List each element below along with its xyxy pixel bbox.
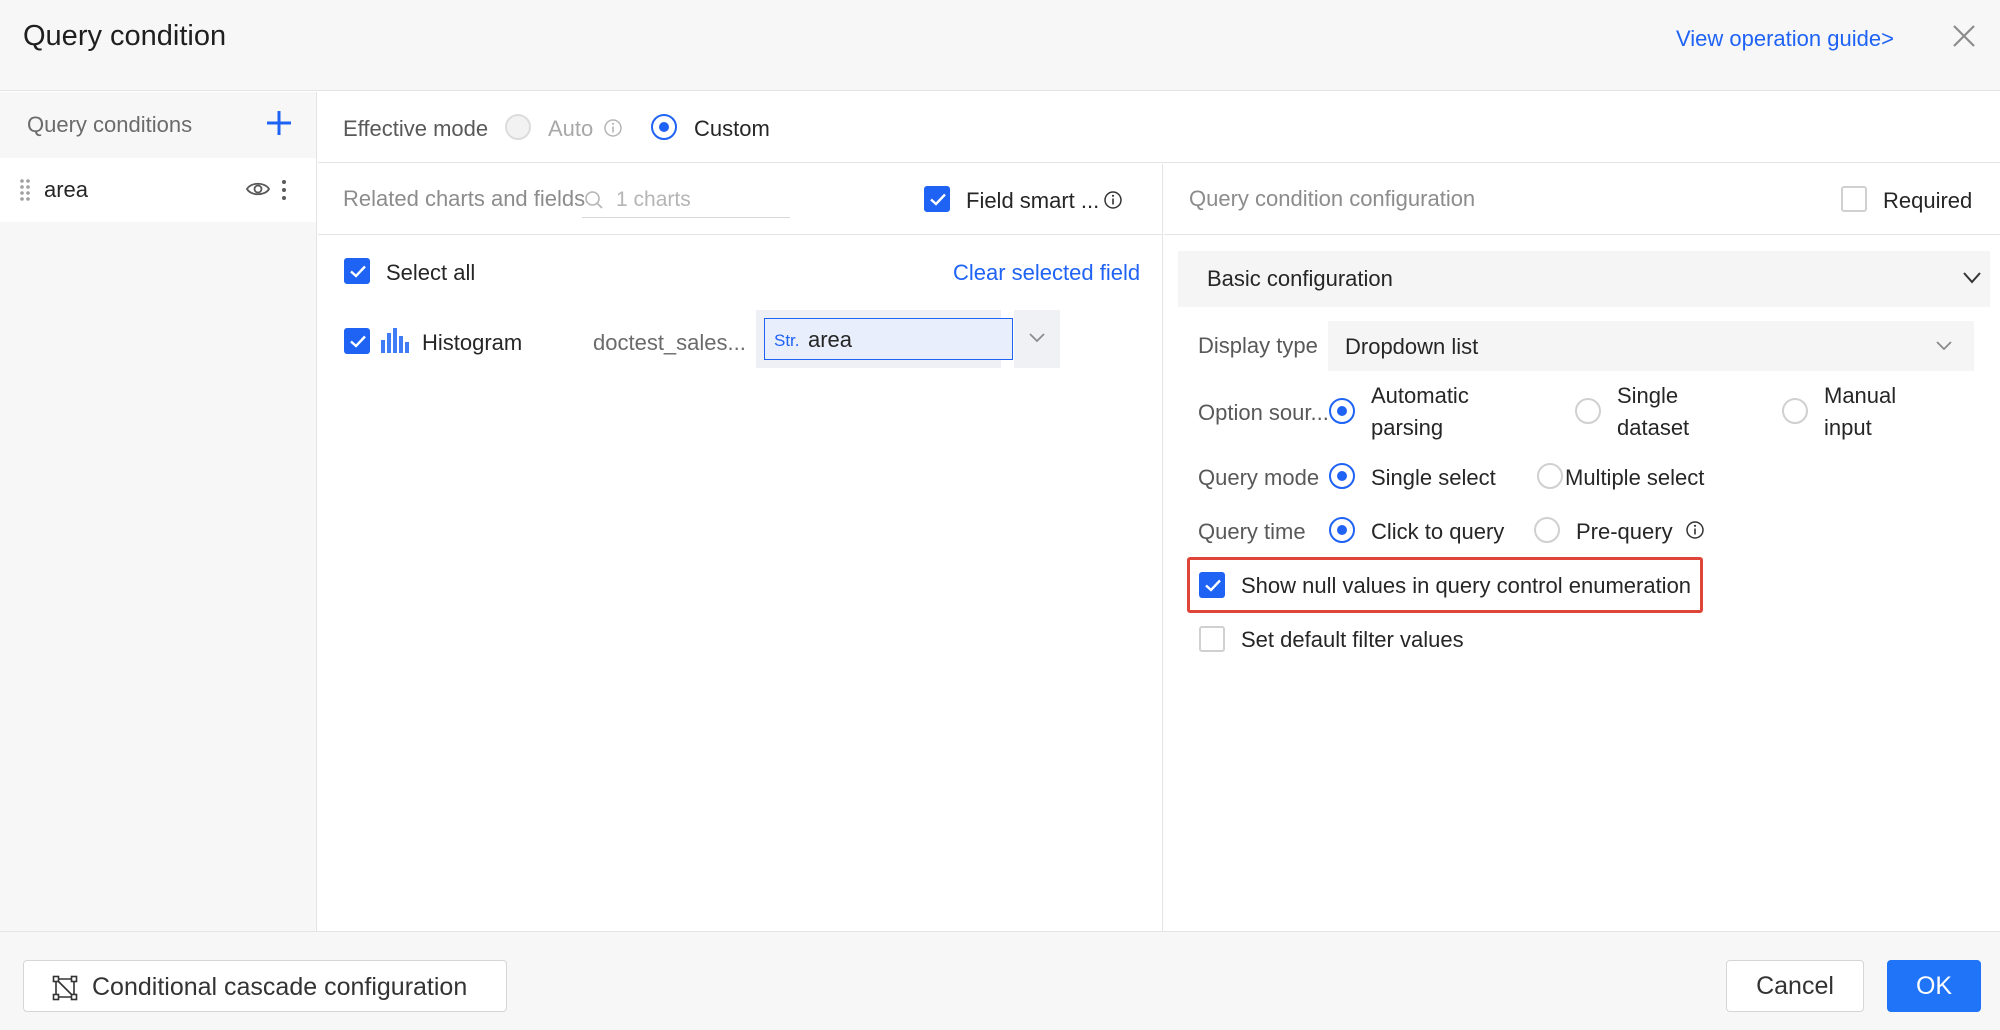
cancel-button[interactable]: Cancel xyxy=(1726,960,1864,1012)
query-time-label: Query time xyxy=(1198,519,1306,544)
radio-multiple-select[interactable] xyxy=(1537,463,1563,489)
field-smart-checkbox[interactable] xyxy=(924,186,950,212)
effective-mode-label: Effective mode xyxy=(343,116,489,141)
related-charts-heading: Related charts and fields xyxy=(343,186,586,211)
view-operation-guide-link[interactable]: View operation guide> xyxy=(1676,26,1894,52)
show-null-values-checkbox[interactable] xyxy=(1199,572,1225,598)
basic-configuration-section[interactable]: Basic configuration xyxy=(1178,251,1990,307)
condition-config-panel: Query condition configuration Required B… xyxy=(1164,164,2000,931)
sidebar-item-area[interactable]: area xyxy=(0,158,316,222)
display-type-label: Display type xyxy=(1198,333,1318,358)
chevron-down-icon xyxy=(1029,333,1045,343)
dialog-footer: Conditional cascade configuration Cancel… xyxy=(0,931,2000,1030)
select-all-label: Select all xyxy=(386,260,476,285)
config-header: Query condition configuration Required xyxy=(1164,164,2000,235)
display-type-select[interactable]: Dropdown list xyxy=(1328,321,1974,371)
default-filter-label: Set default filter values xyxy=(1241,627,1464,652)
cascade-icon xyxy=(52,975,78,1001)
section-title: Basic configuration xyxy=(1207,266,1393,291)
select-all-checkbox[interactable] xyxy=(344,258,370,284)
more-options-icon[interactable] xyxy=(278,177,290,203)
clear-selected-field-link[interactable]: Clear selected field xyxy=(953,260,1140,286)
chevron-down-icon xyxy=(1936,341,1952,351)
click-to-query-label: Click to query xyxy=(1371,519,1505,544)
chart-name: Histogram xyxy=(422,330,523,355)
field-smart-label: Field smart ... xyxy=(966,188,1100,213)
radio-click-to-query[interactable] xyxy=(1329,517,1355,543)
related-charts-panel: Related charts and fields Field smart ..… xyxy=(318,164,1163,931)
radio-single-dataset[interactable] xyxy=(1575,398,1601,424)
info-icon[interactable] xyxy=(603,118,623,138)
manual-input-line2: input xyxy=(1824,415,1872,440)
radio-custom-label: Custom xyxy=(694,116,770,141)
info-icon[interactable] xyxy=(1103,190,1123,210)
cascade-button-label: Conditional cascade configuration xyxy=(92,973,468,1001)
field-select[interactable]: Str. area xyxy=(764,318,1013,360)
required-checkbox[interactable] xyxy=(1841,186,1867,212)
field-type-badge: Str. xyxy=(774,331,800,350)
effective-mode-bar: Effective mode Auto Custom xyxy=(318,92,2000,163)
sidebar-item-label: area xyxy=(44,177,89,202)
radio-auto-label: Auto xyxy=(548,116,594,141)
single-select-label: Single select xyxy=(1371,465,1496,490)
chevron-down-icon xyxy=(1963,272,1981,284)
dialog-header: Query condition View operation guide> xyxy=(0,0,2000,91)
radio-custom[interactable] xyxy=(651,114,677,140)
add-condition-icon[interactable] xyxy=(264,108,294,138)
charts-search-input[interactable] xyxy=(582,182,790,218)
drag-handle-icon[interactable] xyxy=(19,178,31,202)
default-filter-checkbox[interactable] xyxy=(1199,626,1225,652)
multiple-select-label: Multiple select xyxy=(1565,465,1705,490)
show-null-values-label: Show null values in query control enumer… xyxy=(1241,573,1692,598)
info-icon[interactable] xyxy=(1685,520,1705,540)
automatic-parsing-line2: parsing xyxy=(1371,415,1444,440)
ok-button[interactable]: OK xyxy=(1887,960,1981,1012)
field-dropdown-toggle[interactable] xyxy=(1014,310,1060,368)
dialog-title: Query condition xyxy=(23,20,227,52)
conditional-cascade-button[interactable]: Conditional cascade configuration xyxy=(23,960,507,1012)
display-type-value: Dropdown list xyxy=(1345,334,1479,359)
option-source-label: Option sour... xyxy=(1198,400,1329,425)
query-mode-label: Query mode xyxy=(1198,465,1320,490)
query-conditions-heading: Query conditions xyxy=(27,112,193,137)
histogram-chart-icon xyxy=(381,328,409,353)
histogram-checkbox[interactable] xyxy=(344,328,370,354)
config-heading: Query condition configuration xyxy=(1189,186,1476,211)
related-charts-header: Related charts and fields Field smart ..… xyxy=(318,164,1162,235)
query-conditions-sidebar: Query conditions area xyxy=(0,92,317,931)
close-icon[interactable] xyxy=(1950,22,1978,50)
manual-input-line1: Manual xyxy=(1824,383,1897,408)
field-value: area xyxy=(808,327,853,352)
required-label: Required xyxy=(1883,188,1973,213)
radio-automatic-parsing[interactable] xyxy=(1329,398,1355,424)
single-dataset-line2: dataset xyxy=(1617,415,1690,440)
pre-query-label: Pre-query xyxy=(1576,519,1673,544)
dataset-name: doctest_sales... xyxy=(593,330,746,355)
radio-single-select[interactable] xyxy=(1329,463,1355,489)
eye-icon[interactable] xyxy=(245,178,271,200)
radio-manual-input[interactable] xyxy=(1782,398,1808,424)
radio-pre-query[interactable] xyxy=(1534,517,1560,543)
single-dataset-line1: Single xyxy=(1617,383,1679,408)
automatic-parsing-line1: Automatic xyxy=(1371,383,1469,408)
radio-auto[interactable] xyxy=(505,114,531,140)
